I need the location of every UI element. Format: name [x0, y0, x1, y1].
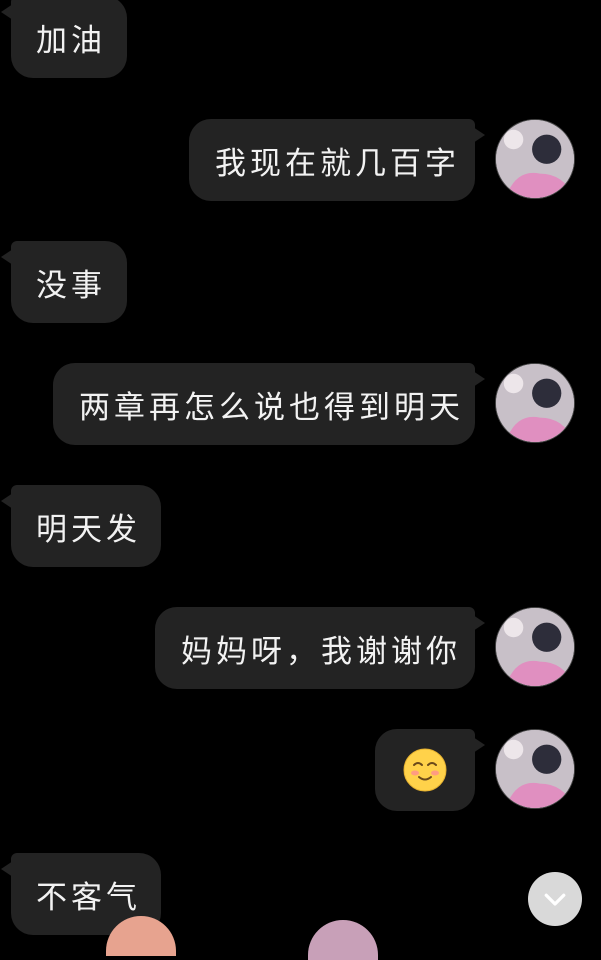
user-avatar[interactable]	[495, 607, 575, 687]
message-text: 我现在就几百字	[215, 145, 460, 182]
sticker-peek-right	[308, 920, 378, 960]
blushing-smile-emoji	[403, 748, 447, 792]
user-avatar[interactable]	[495, 363, 575, 443]
message-text: 不客气	[36, 879, 141, 916]
received-message-bubble[interactable]: 加油	[1, 0, 127, 78]
sent-message-bubble[interactable]: 两章再怎么说也得到明天	[53, 363, 485, 445]
chat-message-list[interactable]: 加油 我现在就几百字 没事 两章再怎么说也得到明天 明天发 妈妈呀，我谢谢你 不…	[0, 0, 601, 960]
chevron-down-icon	[544, 893, 566, 906]
sent-emoji-bubble[interactable]	[375, 729, 485, 811]
scroll-to-bottom-button[interactable]	[528, 872, 582, 926]
message-text: 明天发	[36, 511, 141, 548]
sent-message-bubble[interactable]: 我现在就几百字	[189, 119, 485, 201]
received-message-bubble[interactable]: 明天发	[1, 485, 161, 567]
sent-message-bubble[interactable]: 妈妈呀，我谢谢你	[155, 607, 485, 689]
message-text: 两章再怎么说也得到明天	[79, 389, 464, 426]
user-avatar[interactable]	[495, 729, 575, 809]
message-text: 加油	[36, 22, 106, 59]
received-message-bubble[interactable]: 没事	[1, 241, 127, 323]
message-text: 没事	[36, 267, 106, 304]
user-avatar[interactable]	[495, 119, 575, 199]
message-text: 妈妈呀，我谢谢你	[181, 633, 461, 670]
